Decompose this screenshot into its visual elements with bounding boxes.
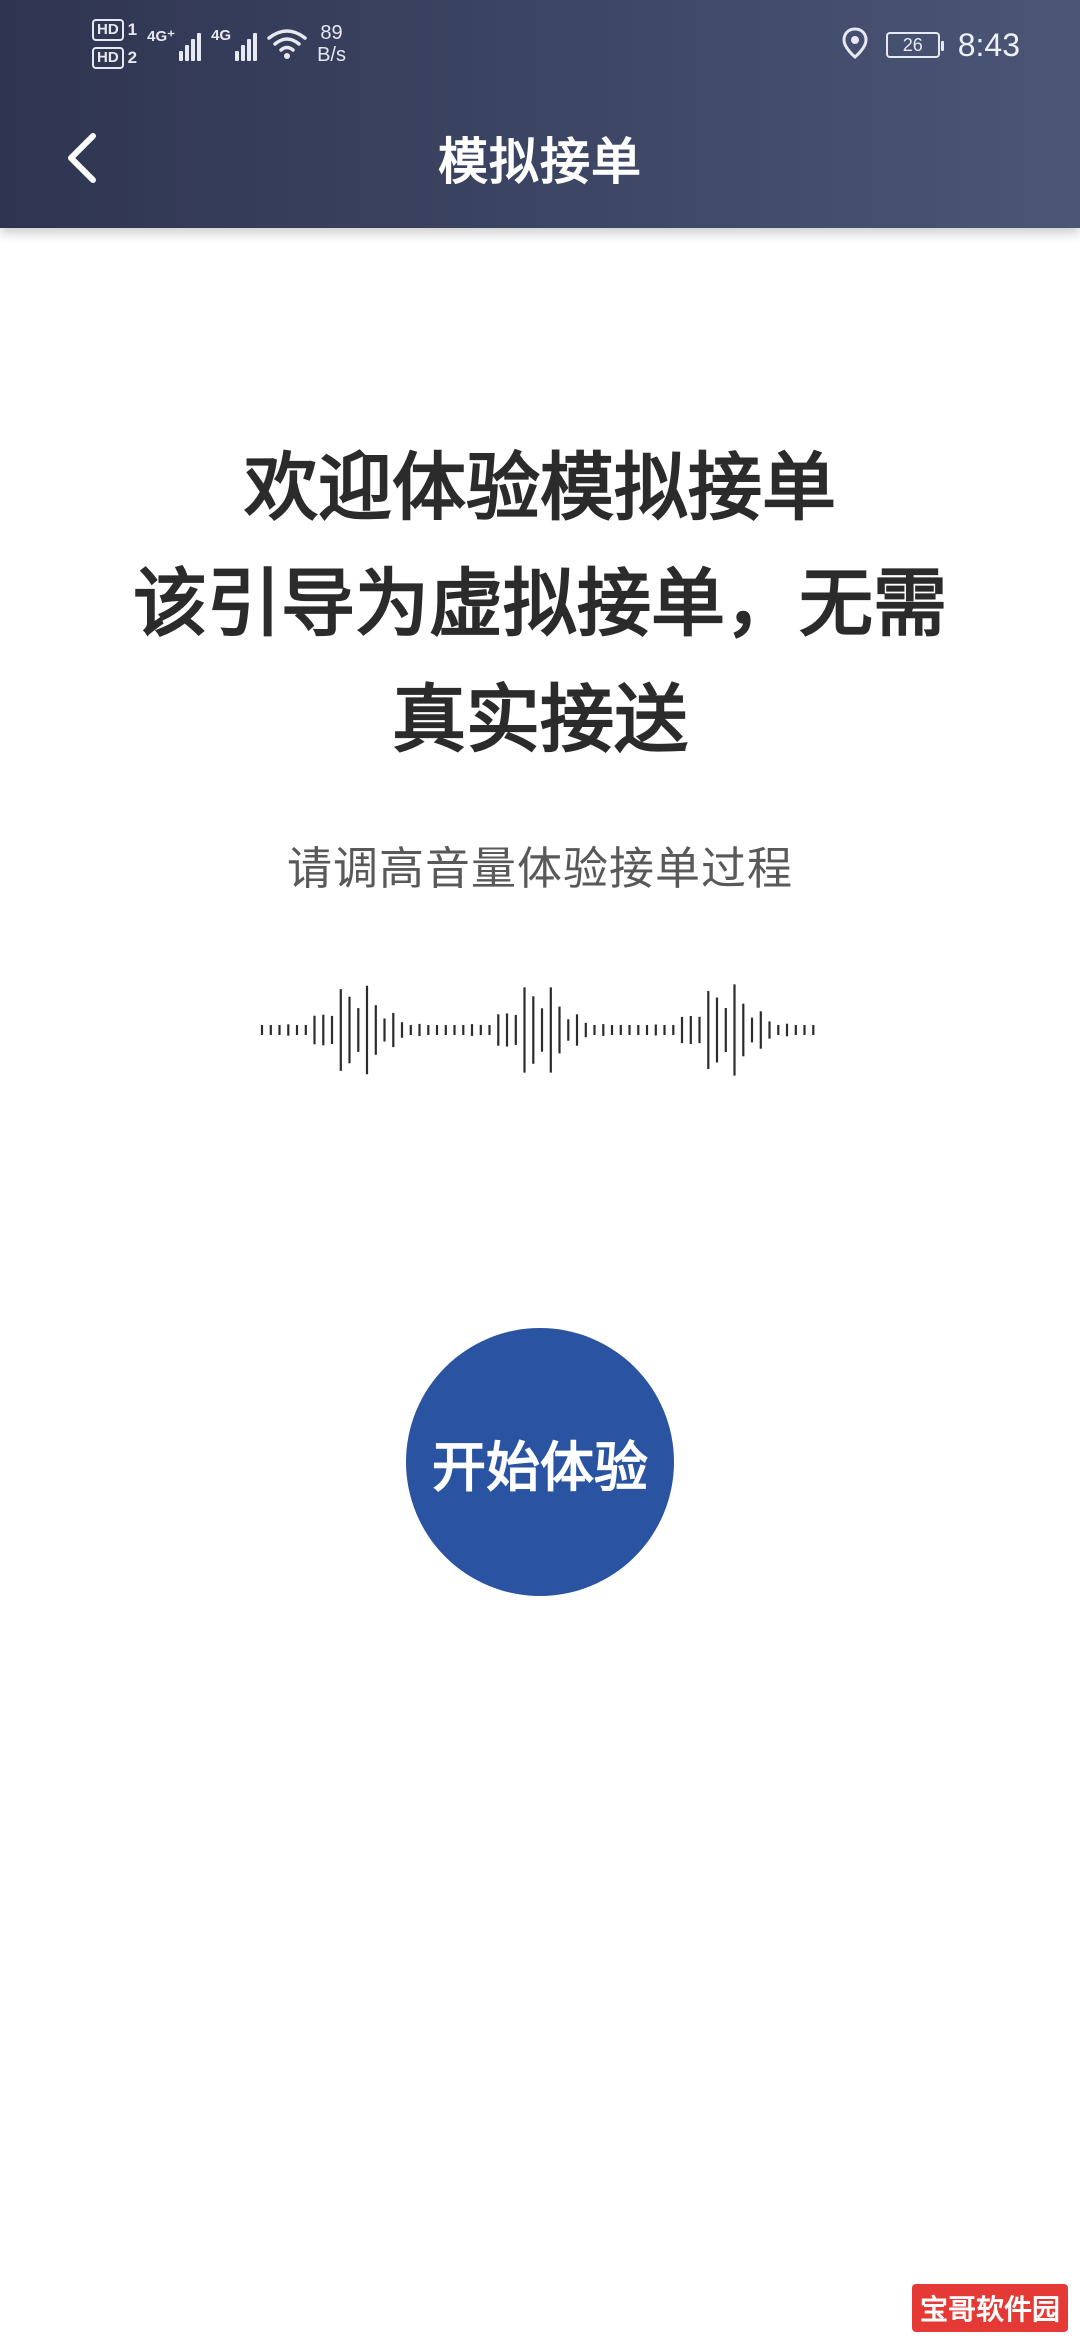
volume-hint: 请调高音量体验接单过程: [286, 842, 793, 895]
hd-indicator-2: HD 2: [92, 47, 137, 69]
watermark-logo: 宝哥软件园: [911, 2284, 1068, 2332]
hd-indicators: HD 1 HD 2: [92, 19, 137, 69]
location-icon: [842, 27, 868, 63]
headline-line: 该引导为虚拟接单，无需: [133, 561, 947, 647]
battery-icon: 26: [885, 32, 944, 58]
page-title: 模拟接单: [438, 133, 642, 191]
network-speed: 89 B/s: [317, 22, 346, 66]
status-bar-right: 26 8:43: [842, 20, 1020, 70]
headline-line: 欢迎体验模拟接单: [244, 445, 836, 531]
sound-wave-icon: [260, 984, 815, 1076]
status-bar-left: HD 1 HD 2 4G⁺ 4G 89 B/s: [92, 14, 346, 74]
top-bar: HD 1 HD 2 4G⁺ 4G 89 B/s 26 8:43 模拟接单: [0, 0, 1080, 228]
hd-indicator-1: HD 1: [92, 19, 137, 41]
clock: 8:43: [957, 26, 1020, 63]
signal-1-icon: 4G⁺: [147, 27, 202, 61]
signal-2-icon: 4G: [211, 27, 258, 61]
headline-line: 真实接送: [392, 677, 688, 763]
welcome-headline: 欢迎体验模拟接单 该引导为虚拟接单，无需 真实接送: [60, 430, 1020, 778]
wifi-icon: [267, 28, 307, 60]
start-experience-button[interactable]: 开始体验: [406, 1328, 674, 1596]
